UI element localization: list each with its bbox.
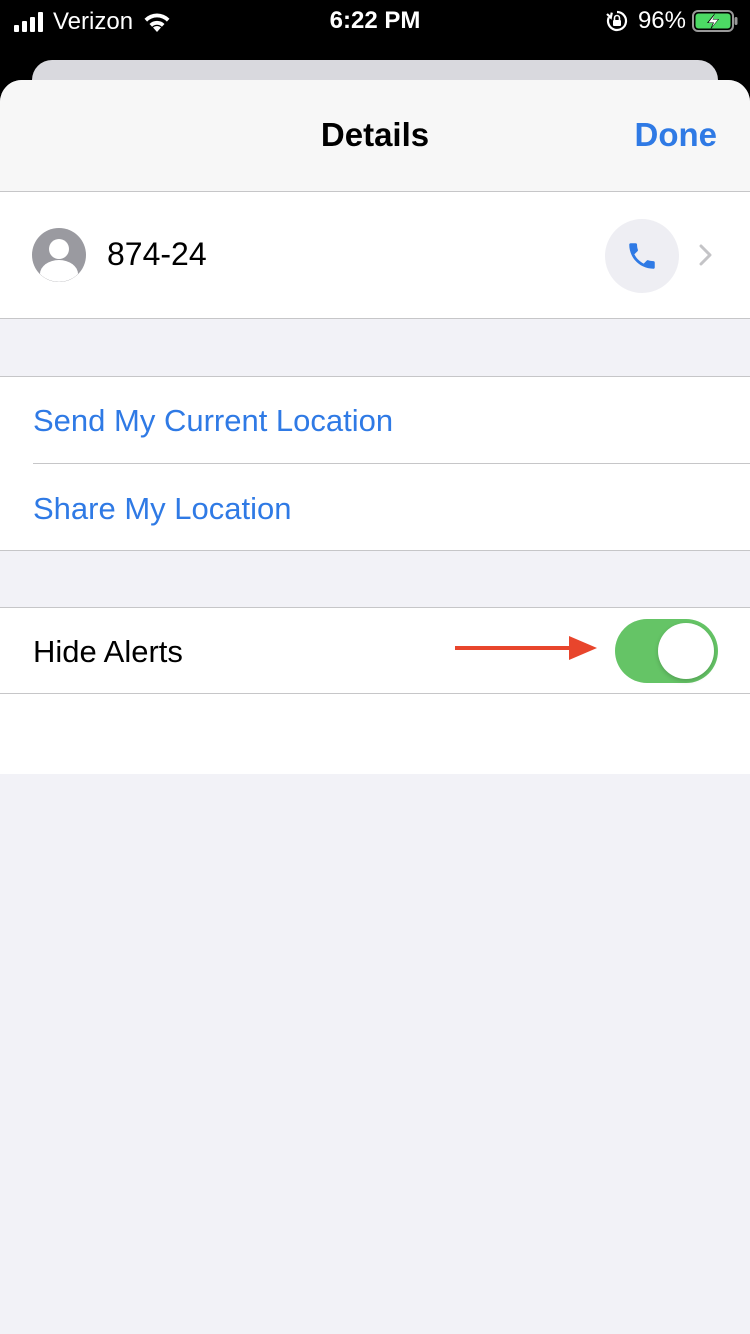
- battery-percent: 96%: [637, 7, 686, 34]
- battery-charging-icon: [692, 10, 738, 32]
- avatar-icon: [32, 228, 86, 282]
- done-button[interactable]: Done: [635, 116, 718, 154]
- status-bar: Verizon 6:22 PM 96%: [0, 0, 750, 42]
- toggle-knob: [658, 623, 714, 679]
- call-button[interactable]: [605, 219, 679, 293]
- status-right: 96%: [606, 7, 738, 35]
- chevron-right-icon: [699, 244, 712, 266]
- details-sheet: Details Done 874-24 Send My Current Loca…: [0, 80, 750, 1334]
- contact-row[interactable]: 874-24: [0, 192, 750, 319]
- annotation-arrow-icon: [455, 636, 597, 660]
- location-group: Send My Current Location Share My Locati…: [0, 376, 750, 551]
- send-current-location-button[interactable]: Send My Current Location: [33, 403, 393, 439]
- navigation-bar: Details Done: [0, 80, 750, 192]
- hide-alerts-toggle[interactable]: [615, 619, 718, 683]
- contact-name: 874-24: [107, 236, 207, 272]
- share-location-button[interactable]: Share My Location: [33, 491, 291, 527]
- empty-row-area: [0, 694, 750, 774]
- divider: [33, 463, 750, 464]
- hide-alerts-row: Hide Alerts: [0, 607, 750, 694]
- rotation-lock-icon: [606, 10, 628, 32]
- phone-icon: [629, 243, 655, 269]
- hide-alerts-label: Hide Alerts: [33, 634, 183, 669]
